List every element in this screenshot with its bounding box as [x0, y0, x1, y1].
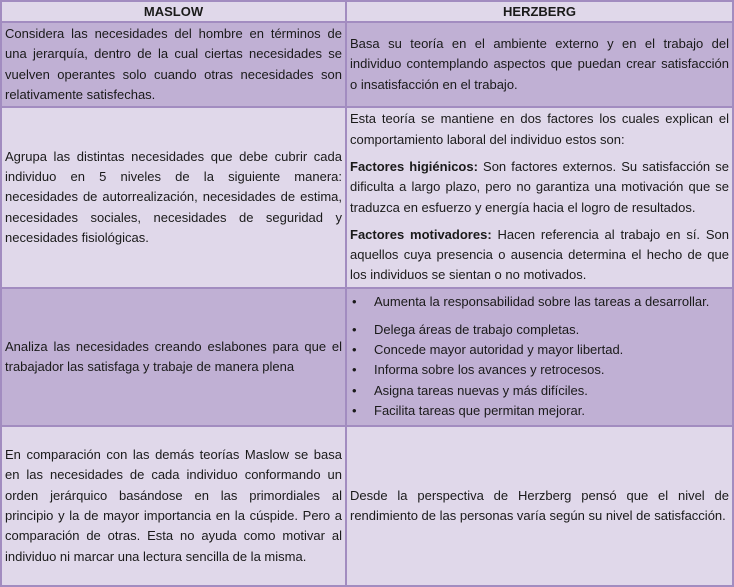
- table-row: Agrupa las distintas necesidades que deb…: [0, 106, 734, 289]
- list-item: • Facilita tareas que permitan mejorar.: [350, 401, 729, 421]
- motivator-factors-label: Factores motivadores:: [350, 226, 492, 242]
- comparison-table: MASLOW HERZBERG Considera las necesidade…: [0, 0, 734, 587]
- bullet-icon: •: [352, 362, 357, 378]
- bullet-icon: •: [352, 294, 357, 310]
- maslow-cell: Analiza las necesidades creando eslabone…: [0, 286, 347, 427]
- table-row: Analiza las necesidades creando eslabone…: [0, 286, 734, 427]
- maslow-cell: Considera las necesidades del hombre en …: [0, 20, 347, 109]
- herzberg-cell: Basa su teoría en el ambiente externo y …: [345, 20, 734, 109]
- bullet-icon: •: [352, 402, 357, 418]
- herzberg-intro: Esta teoría se mantiene en dos factores …: [350, 111, 729, 147]
- bullet-icon: •: [352, 321, 357, 337]
- maslow-cell: Agrupa las distintas necesidades que deb…: [0, 106, 347, 289]
- bullet-icon: •: [352, 342, 357, 357]
- table-row: En comparación con las demás teorías Mas…: [0, 424, 734, 587]
- list-item: • Asigna tareas nuevas y más difíciles.: [350, 381, 729, 401]
- table-row: Considera las necesidades del hombre en …: [0, 20, 734, 109]
- hygiene-factors-label: Factores higiénicos:: [350, 158, 478, 174]
- herzberg-bullet-list: • Aumenta la responsabilidad sobre las ta…: [350, 292, 729, 421]
- hygiene-factors-paragraph: Factores higiénicos: Son factores extern…: [350, 157, 729, 218]
- list-item: • Aumenta la responsabilidad sobre las ta…: [350, 292, 729, 312]
- herzberg-cell: Esta teoría se mantiene en dos factores …: [345, 106, 734, 289]
- motivator-factors-paragraph: Factores motivadores: Hacen referencia a…: [350, 225, 729, 286]
- header-maslow: MASLOW: [0, 0, 347, 23]
- herzberg-cell: • Aumenta la responsabilidad sobre las ta…: [345, 286, 734, 427]
- bullet-icon: •: [352, 382, 357, 398]
- header-row: MASLOW HERZBERG: [0, 0, 734, 23]
- header-herzberg: HERZBERG: [345, 0, 734, 23]
- list-item: • Delega áreas de trabajo completas.: [350, 320, 729, 340]
- maslow-cell: En comparación con las demás teorías Mas…: [0, 424, 347, 587]
- list-item: • Concede mayor autoridad y mayor liberta…: [350, 340, 729, 360]
- list-item: • Informa sobre los avances y retrocesos.: [350, 360, 729, 380]
- herzberg-cell: Desde la perspectiva de Herzberg pensó q…: [345, 424, 734, 587]
